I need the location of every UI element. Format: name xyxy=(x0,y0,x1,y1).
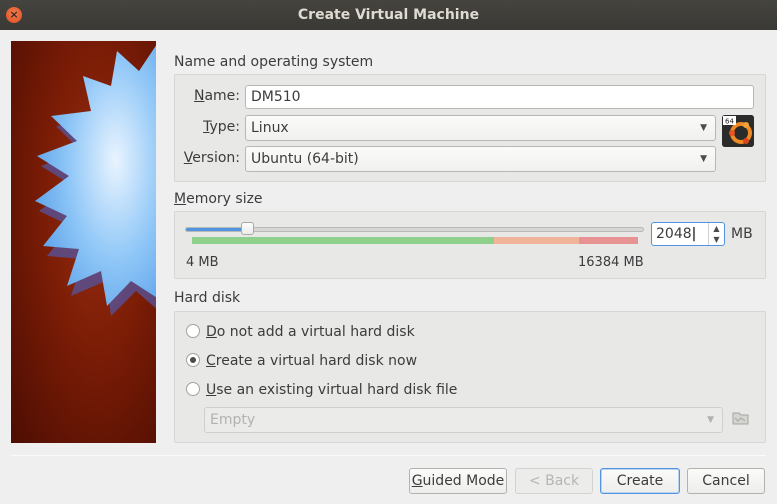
cancel-button[interactable]: Cancel xyxy=(687,468,765,494)
version-value: Ubuntu (64-bit) xyxy=(251,151,359,167)
radio-button[interactable] xyxy=(186,382,200,396)
type-combobox[interactable]: Linux ▼ xyxy=(245,115,716,141)
back-button[interactable]: < Back xyxy=(515,468,593,494)
memory-slider-fill xyxy=(186,228,243,231)
memory-scale-orange xyxy=(494,237,579,244)
create-button[interactable]: Create xyxy=(600,468,680,494)
existing-disk-combobox: Empty ▼ xyxy=(204,407,723,433)
type-value: Linux xyxy=(251,120,289,136)
hard-disk-group-title: Hard disk xyxy=(174,290,241,306)
chevron-up-icon[interactable]: ▲ xyxy=(709,223,724,234)
footer-separator xyxy=(11,455,766,456)
spin-buttons[interactable]: ▲ ▼ xyxy=(708,223,724,245)
name-field[interactable]: DM510 xyxy=(245,85,754,109)
name-label: Name: xyxy=(193,88,240,104)
wizard-banner-image xyxy=(11,41,156,443)
memory-max-label: 16384 MB xyxy=(578,255,644,270)
memory-scale xyxy=(192,237,638,244)
memory-value: 2048 xyxy=(656,226,692,242)
memory-scale-red xyxy=(579,237,638,244)
memory-slider-handle[interactable] xyxy=(241,222,254,235)
chevron-down-icon: ▼ xyxy=(700,123,707,133)
version-label: Version: xyxy=(183,150,240,166)
name-os-group-title: Name and operating system xyxy=(174,54,374,70)
radio-create-disk[interactable]: Create a virtual hard disk now xyxy=(186,352,417,370)
guided-mode-button[interactable]: Guided Mode xyxy=(409,468,507,494)
memory-scale-green xyxy=(192,237,494,244)
radio-button[interactable] xyxy=(186,353,200,367)
memory-group-title: Memory size xyxy=(174,191,263,207)
memory-min-label: 4 MB xyxy=(186,255,219,270)
radio-no-disk[interactable]: Do not add a virtual hard disk xyxy=(186,323,415,341)
os-icon-badge: 64 xyxy=(725,118,734,126)
ubuntu-64-icon: 64 xyxy=(722,115,754,147)
close-icon[interactable]: × xyxy=(6,7,22,23)
chevron-down-icon: ▼ xyxy=(700,154,707,164)
memory-spinbox[interactable]: 2048| ▲ ▼ xyxy=(651,222,725,246)
radio-existing-disk[interactable]: Use an existing virtual hard disk file xyxy=(186,381,457,399)
existing-disk-value: Empty xyxy=(210,412,256,428)
folder-open-icon xyxy=(732,410,750,426)
window-title: Create Virtual Machine xyxy=(297,7,480,23)
version-combobox[interactable]: Ubuntu (64-bit) ▼ xyxy=(245,146,716,172)
chevron-down-icon: ▼ xyxy=(707,415,714,425)
memory-unit-label: MB xyxy=(731,226,753,242)
title-bar: Create Virtual Machine xyxy=(0,0,777,30)
chevron-down-icon[interactable]: ▼ xyxy=(709,234,724,245)
type-label: Type: xyxy=(203,119,240,135)
radio-button[interactable] xyxy=(186,324,200,338)
